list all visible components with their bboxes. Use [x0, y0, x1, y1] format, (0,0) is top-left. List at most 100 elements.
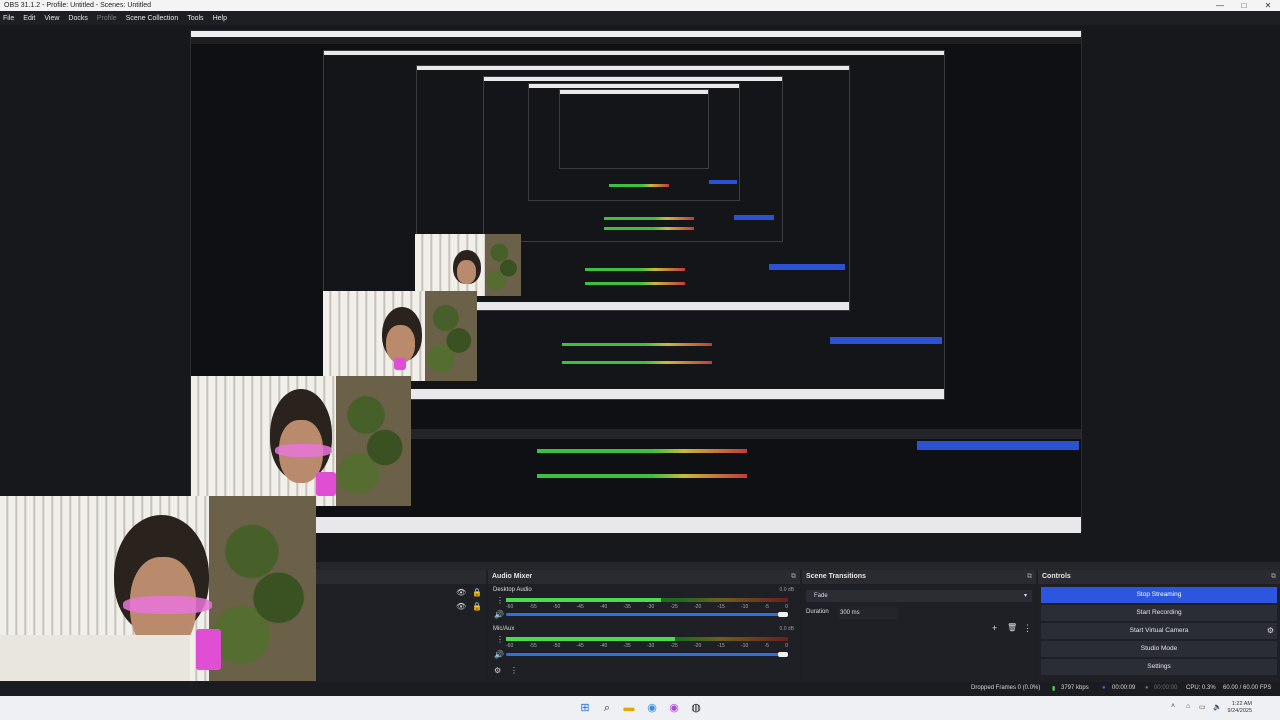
controls-dock: Controls ⧉ Stop Streaming Start Recordin…	[1038, 570, 1280, 682]
record-time: 00:00:00	[1154, 685, 1178, 691]
captured-taskbar	[191, 517, 1081, 533]
meter-tick-label: -10	[741, 643, 749, 649]
desktop-audio-speaker-icon[interactable]: 🔊	[494, 610, 504, 619]
meter-tick-label: -55	[529, 604, 537, 610]
transition-selected: Fade	[814, 593, 828, 599]
dock-float-icon[interactable]: ⧉	[791, 570, 796, 584]
sources-dock: 👁 🔒 👁 🔒	[316, 570, 486, 682]
meter-tick-label: -45	[576, 604, 584, 610]
close-button[interactable]: ✕	[1256, 0, 1280, 11]
minimize-button[interactable]: —	[1208, 0, 1232, 11]
window-titlebar: OBS 31.1.2 - Profile: Untitled - Scenes:…	[0, 0, 1280, 11]
windows-logo-icon[interactable]: ⊞	[578, 701, 592, 715]
streaming-icon: ●	[1102, 685, 1106, 691]
meter-tick-label: -55	[529, 643, 537, 649]
desktop-audio-level	[506, 598, 662, 602]
mic-aux-ticks: -60 -55 -50 -45 -40 -35 -30 -25 -20 -15 -10 -5 0	[506, 643, 788, 649]
meter-tick-label: -40	[600, 604, 608, 610]
settings-button[interactable]: Settings	[1041, 659, 1277, 675]
start-recording-button[interactable]: Start Recording	[1041, 605, 1277, 621]
mic-aux-volume-handle[interactable]	[778, 652, 788, 657]
controls-title: Controls	[1042, 573, 1071, 580]
maximize-button[interactable]: □	[1232, 0, 1256, 11]
mic-aux-menu-icon[interactable]: ⋮	[496, 635, 504, 644]
transition-menu-icon[interactable]: ⋮	[1023, 623, 1032, 634]
meter-tick-label: -5	[764, 643, 769, 649]
advanced-audio-properties-icon[interactable]: ⚙	[494, 666, 501, 675]
menu-view[interactable]: View	[44, 15, 59, 22]
mic-aux-level	[506, 637, 676, 641]
stop-streaming-button[interactable]: Stop Streaming	[1041, 587, 1277, 603]
meter-tick-label: -30	[647, 604, 655, 610]
mic-aux-db: 0.0 dB	[779, 626, 794, 632]
search-icon[interactable]: ⌕	[600, 701, 614, 715]
remove-transition-icon[interactable]: 🗑	[1007, 623, 1017, 632]
studio-mode-button[interactable]: Studio Mode	[1041, 641, 1277, 657]
dock-float-icon[interactable]: ⧉	[1271, 570, 1276, 584]
scene-transitions-dock: Scene Transitions ⧉ Fade ▾ Duration 300 …	[802, 570, 1036, 682]
desktop-audio-volume-handle[interactable]	[778, 612, 788, 617]
meter-tick-label: -15	[717, 643, 725, 649]
virtual-camera-settings-gear-icon[interactable]: ⚙	[1267, 626, 1274, 635]
tray-icon[interactable]: ▭	[1199, 703, 1206, 711]
fps-display: 60.00 / 60.00 FPS	[1223, 685, 1272, 691]
chevron-down-icon: ▾	[1023, 593, 1027, 599]
chrome-profile-icon[interactable]: ◉	[667, 701, 681, 715]
duration-input[interactable]: 300 ms	[838, 607, 898, 619]
status-bar: Dropped Frames 0 (0.0%) ▮ 3797 kbps ● 00…	[0, 682, 1280, 696]
taskbar-clock[interactable]: 1:22 AM 9/24/2025	[1228, 701, 1252, 715]
duration-label: Duration	[806, 609, 829, 615]
chrome-icon[interactable]: ◉	[645, 701, 659, 715]
transition-select[interactable]: Fade ▾	[806, 590, 1032, 602]
desktop-audio-meter	[506, 598, 788, 602]
audio-mixer-title: Audio Mixer	[492, 573, 533, 580]
dropped-frames: Dropped Frames 0 (0.0%)	[971, 685, 1041, 691]
window-title: OBS 31.1.2 - Profile: Untitled - Scenes:…	[4, 2, 152, 9]
network-icon[interactable]: ⌂	[1186, 703, 1190, 710]
connection-signal-icon: ▮	[1052, 686, 1056, 692]
captured-stop-streaming	[917, 441, 1079, 450]
desktop-audio-menu-icon[interactable]: ⋮	[496, 596, 504, 605]
desktop-audio-volume-slider[interactable]	[506, 612, 788, 617]
captured-menubar	[191, 37, 1081, 44]
obs-icon[interactable]: ◍	[689, 701, 703, 715]
source-visibility-eye-icon[interactable]: 👁	[456, 588, 466, 597]
preview-canvas[interactable]	[0, 25, 1280, 563]
menu-file[interactable]: File	[3, 15, 14, 22]
add-transition-icon[interactable]: +	[992, 623, 997, 633]
menu-tools[interactable]: Tools	[187, 15, 203, 22]
meter-tick-label: -25	[670, 604, 678, 610]
menu-help[interactable]: Help	[213, 15, 227, 22]
dock-float-icon[interactable]: ⧉	[1027, 570, 1032, 584]
webcam-capture-level-1	[191, 376, 411, 506]
meter-tick-label: -50	[553, 643, 561, 649]
meter-tick-label: -5	[764, 604, 769, 610]
windows-taskbar: ⊞ ⌕ ▬ ◉ ◉ ◍ ˄ ⌂ ▭ 🔈 1:22 AM 9/24/2025	[0, 696, 1280, 720]
menu-edit[interactable]: Edit	[23, 15, 35, 22]
source-lock-icon[interactable]: 🔒	[472, 602, 482, 611]
mic-aux-volume-slider[interactable]	[506, 652, 788, 657]
mic-aux-speaker-icon[interactable]: 🔊	[494, 650, 504, 659]
desktop-audio-label: Desktop Audio	[493, 587, 532, 593]
bitrate: 3797 kbps	[1061, 685, 1089, 691]
meter-tick-label: -40	[600, 643, 608, 649]
audio-mixer-menu-icon[interactable]: ⋮	[510, 666, 518, 675]
meter-tick-label: -35	[623, 604, 631, 610]
nested-capture-5	[559, 89, 709, 169]
meter-tick-label: 0	[785, 643, 788, 649]
stream-time: 00:00:09	[1112, 685, 1136, 691]
source-lock-icon[interactable]: 🔒	[472, 588, 482, 597]
start-virtual-camera-button[interactable]: Start Virtual Camera	[1041, 623, 1277, 639]
source-visibility-eye-icon[interactable]: 👁	[456, 602, 466, 611]
recording-icon: ●	[1145, 685, 1149, 691]
menu-docks[interactable]: Docks	[68, 15, 87, 22]
nested-capture-4	[528, 83, 740, 201]
meter-tick-label: -45	[576, 643, 584, 649]
menu-scene-collection[interactable]: Scene Collection	[126, 15, 179, 22]
chevron-up-icon[interactable]: ˄	[1171, 703, 1175, 710]
folder-icon[interactable]: ▬	[622, 701, 636, 715]
nested-capture-3	[483, 76, 783, 242]
meter-tick-label: -20	[694, 643, 702, 649]
audio-mixer-dock: Audio Mixer ⧉ Desktop Audio 0.0 dB -60 -5…	[488, 570, 800, 682]
volume-icon[interactable]: 🔈	[1213, 703, 1222, 711]
